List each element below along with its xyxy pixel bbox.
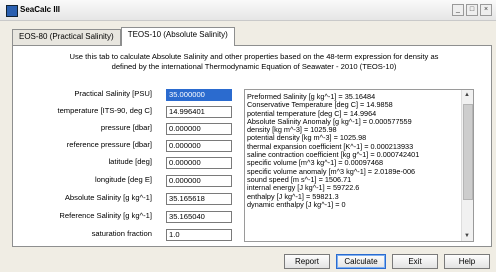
reference-salinity-input[interactable]: 35.165040	[166, 211, 232, 223]
intro-line-2: defined by the international Thermodynam…	[111, 62, 397, 71]
reference-pressure-label: reference pressure [dbar]	[66, 140, 152, 149]
help-button[interactable]: Help	[444, 254, 490, 269]
scroll-down-icon[interactable]: ▼	[464, 233, 470, 239]
saturation-fraction-label: saturation fraction	[91, 229, 152, 238]
button-bar: Report Calculate Exit Help	[284, 254, 490, 269]
calculate-button[interactable]: Calculate	[336, 254, 386, 269]
temperature-label: temperature [ITS-90, deg C]	[57, 106, 152, 115]
app-window: SeaCalc III _ □ × EOS-80 (Practical Sali…	[0, 0, 496, 272]
tab-eos80[interactable]: EOS-80 (Practical Salinity)	[12, 29, 121, 46]
maximize-button[interactable]: □	[466, 4, 478, 16]
output-scrollbar[interactable]: ▲ ▼	[461, 90, 473, 241]
longitude-input[interactable]: 0.000000	[166, 175, 232, 187]
tab-strip: EOS-80 (Practical Salinity) TEOS-10 (Abs…	[12, 27, 235, 46]
reference-salinity-label: Reference Salinity [g kg^-1]	[59, 211, 152, 220]
exit-button[interactable]: Exit	[392, 254, 438, 269]
saturation-fraction-input[interactable]: 1.0	[166, 229, 232, 241]
pressure-input[interactable]: 0.000000	[166, 123, 232, 135]
minimize-button[interactable]: _	[452, 4, 464, 16]
close-button[interactable]: ×	[480, 4, 492, 16]
intro-line-1: Use this tab to calculate Absolute Salin…	[69, 52, 439, 61]
window-controls: _ □ ×	[452, 4, 492, 16]
app-icon	[6, 5, 18, 17]
reference-pressure-input[interactable]: 0.000000	[166, 140, 232, 152]
absolute-salinity-input[interactable]: 35.165618	[166, 193, 232, 205]
scroll-thumb[interactable]	[463, 104, 473, 200]
practical-salinity-label: Practical Salinity [PSU]	[74, 89, 152, 98]
output-line: dynamic enthalpy [J kg^-1] = 0	[247, 199, 346, 209]
report-button[interactable]: Report	[284, 254, 330, 269]
temperature-input[interactable]: 14.996401	[166, 106, 232, 118]
intro-text: Use this tab to calculate Absolute Salin…	[24, 52, 484, 72]
title-bar[interactable]: SeaCalc III _ □ ×	[0, 0, 496, 21]
latitude-label: latitude [deg]	[108, 157, 153, 166]
longitude-label: longitude [deg E]	[95, 175, 152, 184]
results-output[interactable]: Preformed Salinity [g kg^-1] = 35.16484 …	[244, 89, 474, 242]
tab-teos10[interactable]: TEOS-10 (Absolute Salinity)	[120, 27, 235, 46]
scroll-up-icon[interactable]: ▲	[464, 92, 470, 98]
absolute-salinity-label: Absolute Salinity [g kg^-1]	[64, 193, 152, 202]
practical-salinity-input[interactable]: 35.000000	[166, 89, 232, 101]
pressure-label: pressure [dbar]	[100, 123, 152, 132]
latitude-input[interactable]: 0.000000	[166, 157, 232, 169]
window-title: SeaCalc III	[20, 5, 61, 14]
